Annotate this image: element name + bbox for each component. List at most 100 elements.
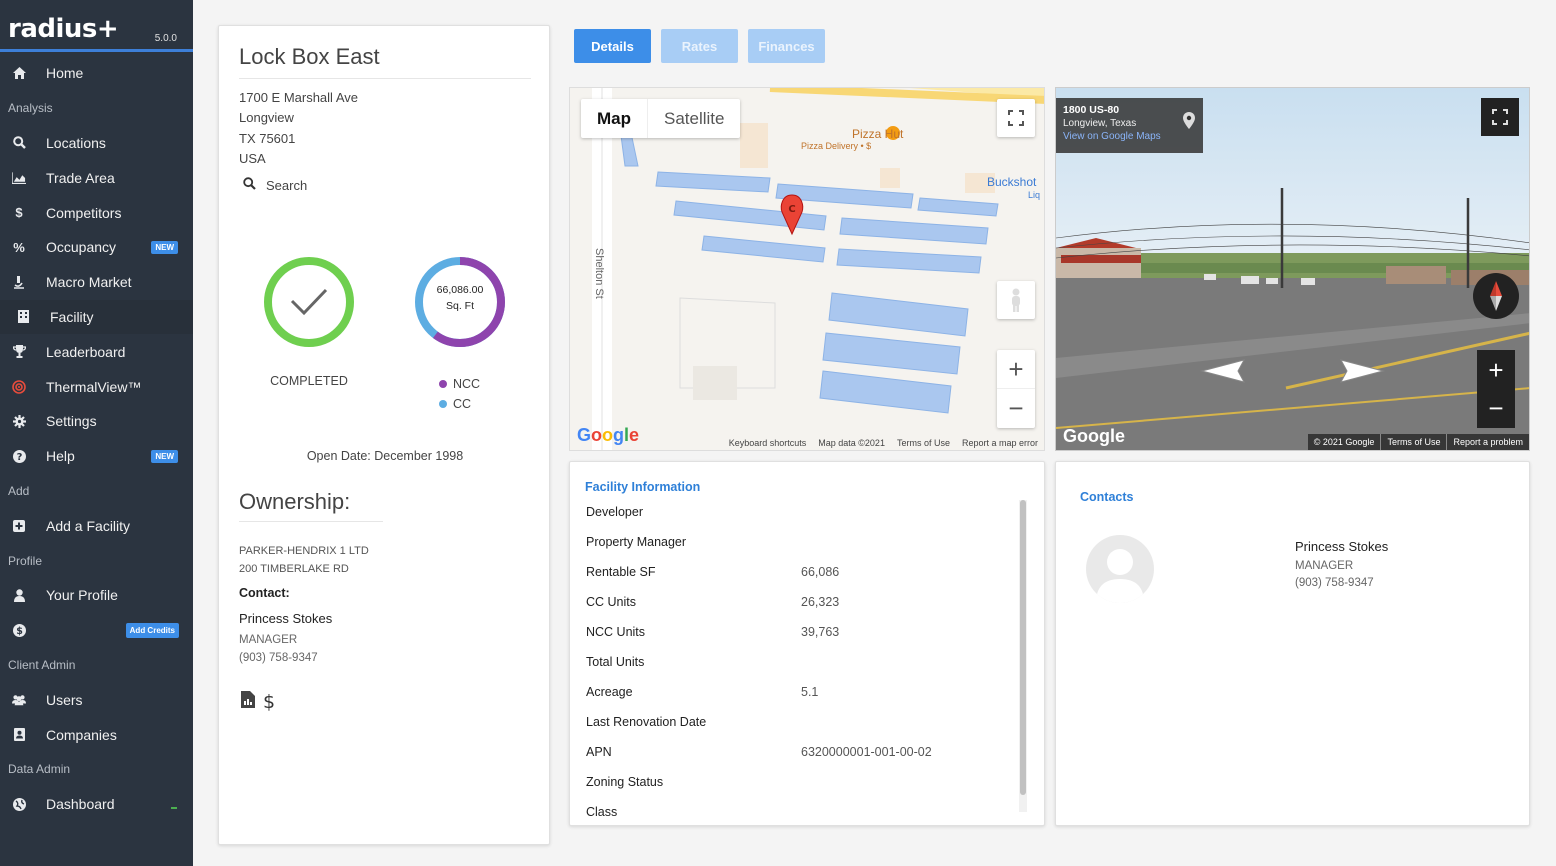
sidebar-item-leaderboard[interactable]: Leaderboard <box>0 334 193 369</box>
keyboard-shortcuts-link[interactable]: Keyboard shortcuts <box>729 438 807 448</box>
facility-map[interactable]: C Pizza Hut Pizza Delivery • $ Buckshot … <box>569 87 1045 451</box>
tab-rates[interactable]: Rates <box>661 29 738 63</box>
brand: radius+ 5.0.0 <box>0 0 193 52</box>
sidebar-item-home[interactable]: Home <box>0 56 193 91</box>
search-icon <box>243 177 256 193</box>
sidebar-item-add-facility[interactable]: Add a Facility <box>0 508 193 543</box>
info-row-value: 66,086 <box>801 565 840 579</box>
sidebar-item-dashboard[interactable]: Dashboard <box>0 787 193 822</box>
map-marker-label: C <box>788 204 795 215</box>
sidebar-item-macro-market[interactable]: Macro Market <box>0 265 193 300</box>
sidebar-item-trade-area[interactable]: Trade Area <box>0 160 193 195</box>
globe-icon <box>12 797 26 811</box>
facility-address: 1700 E Marshall Ave Longview TX 75601 US… <box>239 88 358 169</box>
add-credits-button[interactable]: Add Credits <box>125 622 179 638</box>
facility-information-card: Facility Information Developer Property M… <box>569 461 1045 826</box>
zoom-out-button[interactable]: − <box>997 389 1035 427</box>
sidebar-item-label: Help <box>46 448 75 465</box>
percent-icon: % <box>13 239 25 255</box>
info-row-label: Last Renovation Date <box>586 715 707 729</box>
microscope-icon <box>12 275 26 289</box>
info-row-value: 39,763 <box>801 625 840 639</box>
sv-arrow-left[interactable] <box>1196 356 1246 391</box>
question-icon: ? <box>12 449 26 463</box>
status-indicator <box>171 806 177 809</box>
contact-name: Princess Stokes <box>239 611 333 626</box>
sidebar-item-label: Macro Market <box>46 274 132 291</box>
dollar-icon: $ <box>15 205 23 221</box>
map-zoom-control: + − <box>997 350 1035 428</box>
zoom-in-button[interactable]: + <box>997 351 1035 389</box>
search-link[interactable]: Search <box>243 177 307 193</box>
info-scrollbar[interactable] <box>1019 500 1027 812</box>
sv-zoom-in-button[interactable]: + <box>1477 351 1515 389</box>
sidebar-section-client-admin: Client Admin <box>8 657 76 672</box>
sidebar-item-help[interactable]: ? Help NEW <box>0 439 193 474</box>
coin-icon: $ <box>12 623 26 637</box>
report-icon[interactable] <box>241 691 255 713</box>
sidebar-item-users[interactable]: Users <box>0 682 193 717</box>
info-row-label: Class <box>586 805 618 819</box>
sidebar-section-analysis: Analysis <box>8 101 53 116</box>
contact-card-name: Princess Stokes <box>1295 539 1389 554</box>
sidebar-item-facility[interactable]: Facility <box>0 299 193 335</box>
map-footer: Keyboard shortcuts Map data ©2021 Terms … <box>729 438 1038 448</box>
sidebar-item-your-profile[interactable]: Your Profile <box>0 578 193 613</box>
contact-details: MANAGER (903) 758-9347 <box>239 631 318 667</box>
info-row-label: Rentable SF <box>586 565 656 579</box>
tab-finances[interactable]: Finances <box>748 29 825 63</box>
info-row-label: Total Units <box>586 655 645 669</box>
sidebar-item-competitors[interactable]: $ Competitors <box>0 195 193 230</box>
new-badge: NEW <box>151 240 178 254</box>
sv-report-link[interactable]: Report a problem <box>1446 434 1529 450</box>
sidebar-item-credits[interactable]: $ Add Credits <box>0 613 193 648</box>
sidebar: radius+ 5.0.0 Home Analysis Locations Tr… <box>0 0 193 866</box>
pegman-button[interactable] <box>997 281 1035 319</box>
sv-footer: © 2021 Google Terms of Use Report a prob… <box>1307 434 1529 450</box>
sv-arrow-right[interactable] <box>1339 356 1389 391</box>
info-row-value: 26,323 <box>801 595 840 609</box>
sv-terms-link[interactable]: Terms of Use <box>1380 434 1446 450</box>
contacts-card: Contacts Princess Stokes MANAGER (903) 7… <box>1055 461 1530 826</box>
map-type-map[interactable]: Map <box>581 99 648 138</box>
terms-link[interactable]: Terms of Use <box>897 438 950 448</box>
street-view[interactable]: 1800 US-80 Longview, Texas View on Googl… <box>1055 87 1530 451</box>
tab-details[interactable]: Details <box>574 29 651 63</box>
sidebar-item-label: Competitors <box>46 204 122 221</box>
map-type-satellite[interactable]: Satellite <box>648 99 740 138</box>
compass-control[interactable] <box>1473 273 1519 319</box>
scrollbar-thumb[interactable] <box>1020 500 1026 795</box>
owner-info: PARKER-HENDRIX 1 LTD 200 TIMBERLAKE RD <box>239 542 369 578</box>
address-book-icon <box>12 728 26 742</box>
sv-zoom-control: + − <box>1477 350 1515 428</box>
sv-fullscreen-button[interactable] <box>1481 98 1519 136</box>
sidebar-item-locations[interactable]: Locations <box>0 126 193 161</box>
svg-text:?: ? <box>16 452 22 463</box>
sv-zoom-out-button[interactable]: − <box>1477 389 1515 427</box>
contact-card-phone: (903) 758-9347 <box>1295 577 1374 589</box>
sidebar-item-label: ThermalView™ <box>46 378 142 395</box>
dollar-icon[interactable]: $ <box>263 691 275 713</box>
map-type-control: Map Satellite <box>581 99 741 138</box>
sidebar-item-label: Companies <box>46 726 117 743</box>
sidebar-section-profile: Profile <box>8 553 43 568</box>
app-logo[interactable]: radius+ <box>8 14 119 44</box>
report-map-error-link[interactable]: Report a map error <box>962 438 1038 448</box>
search-icon <box>12 136 26 150</box>
sidebar-item-companies[interactable]: Companies <box>0 717 193 752</box>
map-fullscreen-button[interactable] <box>997 99 1035 137</box>
home-icon <box>12 66 26 80</box>
sidebar-item-thermalview[interactable]: ThermalView™ <box>0 369 193 404</box>
pegman-icon <box>1012 288 1020 312</box>
sidebar-item-settings[interactable]: Settings <box>0 404 193 439</box>
info-row-label: Acreage <box>586 685 633 699</box>
sidebar-item-occupancy[interactable]: % Occupancy NEW <box>0 230 193 265</box>
sv-address: 1800 US-80 <box>1063 104 1120 116</box>
facility-name: Lock Box East <box>239 44 531 79</box>
view-on-google-maps-link[interactable]: View on Google Maps <box>1063 131 1196 142</box>
plus-square-icon <box>12 519 26 533</box>
info-row-label: Property Manager <box>586 535 687 549</box>
facility-summary-card: Lock Box East 1700 E Marshall Ave Longvi… <box>218 25 550 845</box>
checkmark-icon <box>290 288 328 316</box>
donut-value: 66,086.00 <box>436 284 484 296</box>
